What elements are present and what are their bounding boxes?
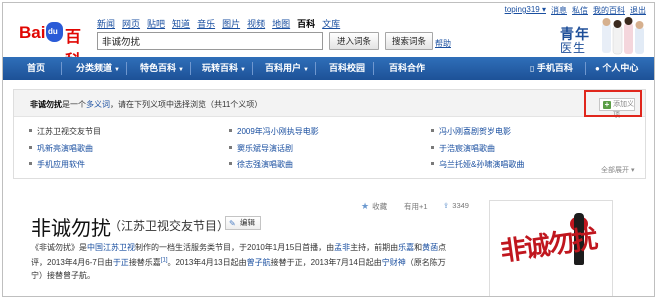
nav-mobile-baike[interactable]: ▯ 手机百科: [530, 57, 573, 80]
product-link-map[interactable]: 地图: [272, 17, 290, 30]
summary-text: 接替于正，2013年7月14日起由: [270, 257, 382, 267]
nav-personal-center[interactable]: ● 个人中心: [595, 57, 638, 80]
summary-text: 主持，前期由: [350, 243, 399, 252]
search-input[interactable]: [97, 32, 323, 50]
chevron-down-icon: ▼: [114, 67, 120, 73]
summary-link[interactable]: 曾子航: [247, 258, 271, 267]
product-link-baike-current: 百科: [297, 19, 316, 29]
summary-image[interactable]: 非诚勿扰: [489, 200, 613, 296]
share-icon: ⇪: [443, 201, 450, 210]
sense-item[interactable]: 于浩宸演唱歌曲: [431, 143, 495, 154]
polysemy-link[interactable]: 多义词: [86, 100, 110, 109]
highlight-box: [584, 90, 642, 117]
sense-item[interactable]: 2009年冯小刚执导电影: [229, 126, 319, 137]
banner-ad[interactable]: 青年 医生: [558, 17, 646, 55]
summary-link[interactable]: 孟非: [334, 243, 350, 252]
logo-bai-text: Bai: [19, 23, 46, 42]
sense-item[interactable]: 巩新亮演唱歌曲: [29, 143, 93, 154]
browser-frame: toping319 ▾ 消息 私信 我的百科 退出 Bai du 百科 新闻 网…: [2, 2, 655, 297]
product-link-images[interactable]: 图片: [222, 17, 240, 30]
summary-link[interactable]: 黄菡: [422, 243, 438, 252]
share-button[interactable]: ⇪ 3349: [443, 201, 469, 210]
summary-link[interactable]: 乐嘉: [398, 243, 414, 252]
nav-categories[interactable]: 分类频道 ▼: [76, 57, 120, 80]
product-nav: 新闻 网页 贴吧 知道 音乐 图片 视频 地图 百科 文库: [97, 17, 340, 30]
summary-text: 。2013年4月13日起由: [167, 257, 247, 267]
summary-text: 和: [414, 243, 423, 252]
summary-text: 接替乐嘉: [128, 257, 161, 267]
star-icon: ★: [361, 201, 370, 211]
pencil-icon: ✎: [229, 219, 236, 228]
banner-people-image: [602, 17, 644, 55]
product-link-tieba[interactable]: 贴吧: [147, 17, 165, 30]
nav-home[interactable]: 首页: [27, 57, 45, 80]
username-link[interactable]: toping319 ▾: [505, 5, 546, 16]
disambiguation-box: 非诚勿扰是一个多义词，请在下列义项中选择浏览（共11个义项） + 添加义项: [13, 89, 646, 179]
product-link-video[interactable]: 视频: [247, 17, 265, 30]
nav-play[interactable]: 玩转百科 ▼: [202, 57, 246, 80]
paw-icon: du: [46, 22, 63, 42]
baidu-baike-logo[interactable]: Bai du 百科: [19, 21, 93, 70]
nav-campus[interactable]: 百科校园: [329, 57, 365, 80]
chevron-down-icon: ▼: [240, 67, 246, 73]
nav-users[interactable]: 百科用户 ▼: [265, 57, 309, 80]
useful-button[interactable]: 有用+1: [404, 201, 428, 212]
disambiguation-header: 非诚勿扰是一个多义词，请在下列义项中选择浏览（共11个义项） + 添加义项: [14, 90, 645, 119]
nav-cooperation[interactable]: 百科合作: [389, 57, 425, 80]
summary-paragraph: 《非诚勿扰》是中国江苏卫视制作的一档生活服务类节目，于2010年1月15日首播，…: [31, 241, 451, 282]
user-icon: ●: [595, 64, 600, 73]
summary-text: 制作的一档生活服务类节目，于2010年1月15日首播，由: [135, 243, 335, 252]
product-link-music[interactable]: 音乐: [197, 17, 215, 30]
search-entry-button[interactable]: 搜索词条: [385, 32, 433, 50]
expand-all-link[interactable]: 全部展开 ▾: [601, 165, 634, 175]
page-subtitle: （江苏卫视交友节目）: [109, 219, 230, 233]
sense-item: 江苏卫视交友节目: [29, 126, 101, 137]
logout-link[interactable]: 退出: [630, 5, 646, 16]
summary-link[interactable]: 宁财神: [382, 258, 406, 267]
sense-item[interactable]: 窦乐斌导演话剧: [229, 143, 293, 154]
enter-entry-button[interactable]: 进入词条: [329, 32, 379, 50]
product-link-wenku[interactable]: 文库: [322, 17, 340, 30]
my-baike-link[interactable]: 我的百科: [593, 5, 625, 16]
nav-featured[interactable]: 特色百科 ▼: [140, 57, 184, 80]
disambiguation-text: 非诚勿扰是一个多义词，请在下列义项中选择浏览（共11个义项）: [30, 100, 263, 109]
product-link-web[interactable]: 网页: [122, 17, 140, 30]
summary-text: 《非诚勿扰》是: [31, 243, 87, 252]
private-messages-link[interactable]: 私信: [572, 5, 588, 16]
banner-line2: 医生: [560, 41, 587, 55]
edit-button[interactable]: ✎ 编辑: [225, 216, 261, 230]
messages-link[interactable]: 消息: [551, 5, 567, 16]
sense-item[interactable]: 冯小刚喜剧贺岁电影: [431, 126, 511, 137]
mobile-icon: ▯: [530, 64, 535, 73]
user-bar: toping319 ▾ 消息 私信 我的百科 退出: [505, 5, 646, 16]
help-link[interactable]: 帮助: [435, 38, 451, 49]
product-link-zhidao[interactable]: 知道: [172, 17, 190, 30]
sense-item[interactable]: 徐志强演唱歌曲: [229, 159, 293, 170]
main-nav-bar: 首页 分类频道 ▼ 特色百科 ▼ 玩转百科 ▼ 百科用户 ▼ 百科校园 百科合作 ▯ 手…: [3, 57, 654, 80]
page-title: 非诚勿扰: [31, 218, 111, 240]
sense-item[interactable]: 手机应用软件: [29, 159, 85, 170]
collect-button[interactable]: ★ 收藏: [361, 201, 387, 212]
chevron-down-icon: ▼: [178, 67, 184, 73]
product-link-news[interactable]: 新闻: [97, 17, 115, 30]
summary-link[interactable]: 中国江苏卫视: [87, 243, 135, 252]
sense-item[interactable]: 乌兰托娅&孙啸演唱歌曲: [431, 159, 524, 170]
chevron-down-icon: ▼: [303, 67, 309, 73]
summary-link[interactable]: 于正: [113, 258, 129, 267]
